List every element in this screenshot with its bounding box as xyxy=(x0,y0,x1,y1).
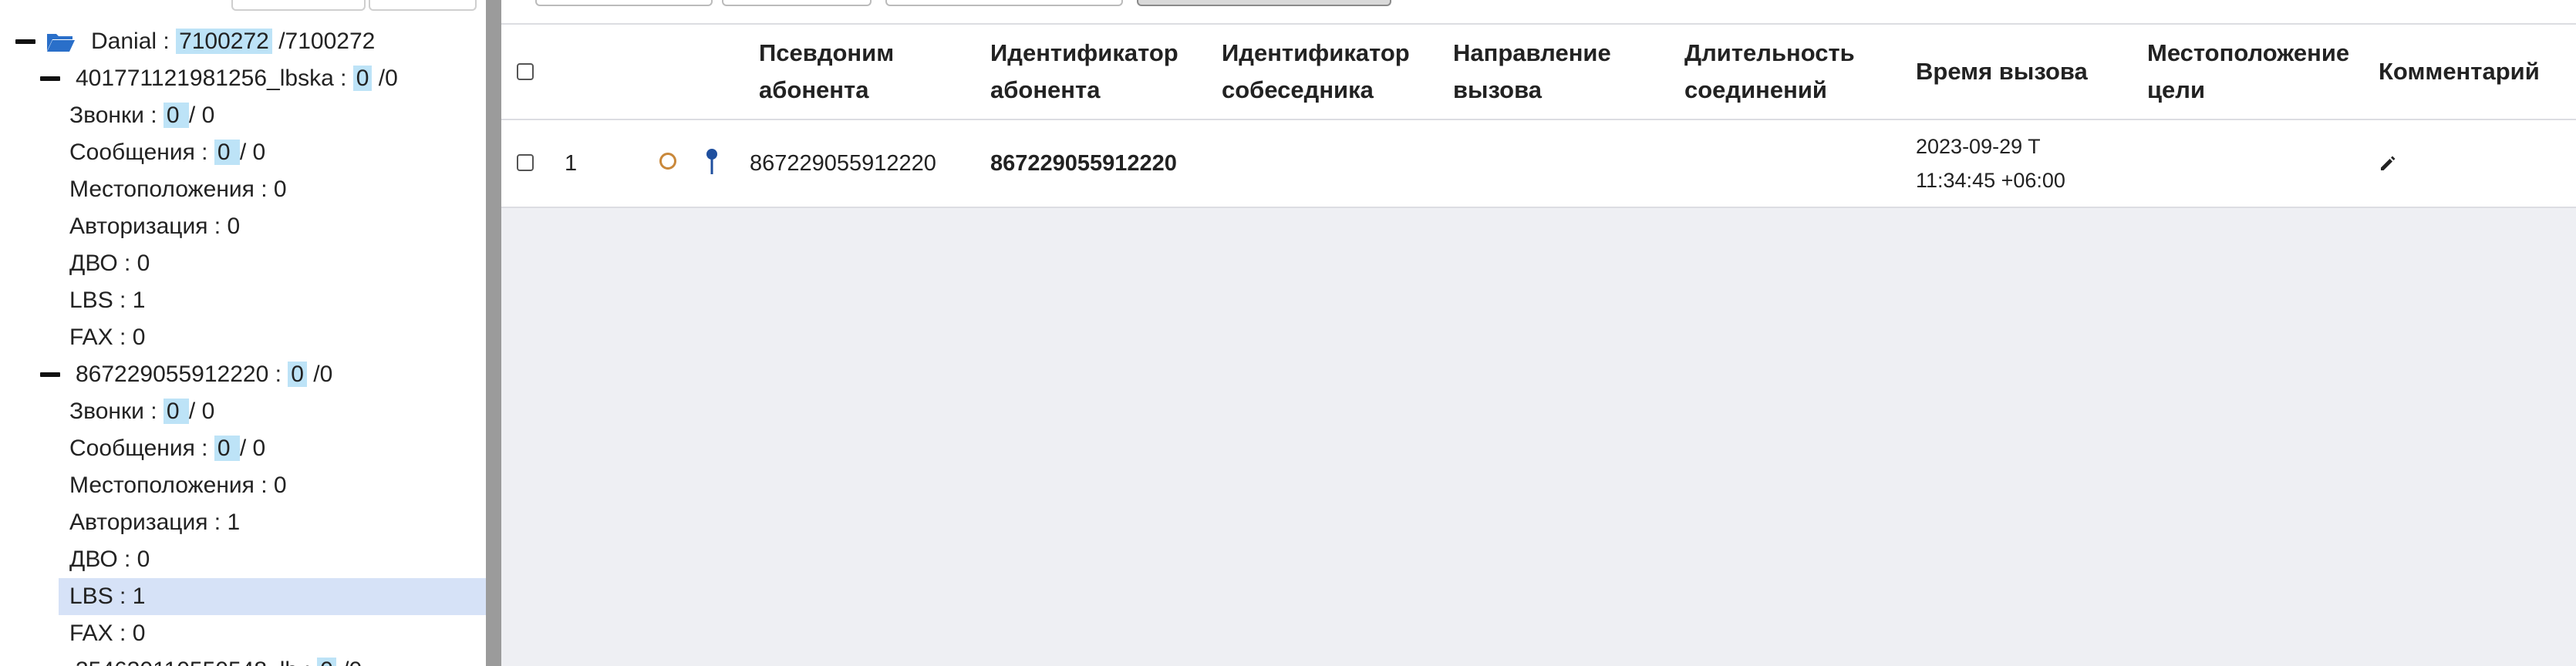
tree-node-fax[interactable]: FAX : 0 xyxy=(0,319,486,356)
tree-node-messages[interactable]: Сообщения : 0 / 0 xyxy=(0,430,486,467)
collapse-icon[interactable] xyxy=(15,39,35,44)
column-header-subscriber-id[interactable]: Идентификатор абонента xyxy=(990,25,1178,119)
tree-node-authorization[interactable]: Авторизация : 1 xyxy=(0,504,486,541)
tree-node-device[interactable]: 401771121981256_lbska : 0 /0 xyxy=(0,60,486,97)
tree-node-dvo[interactable]: ДВО : 0 xyxy=(0,541,486,578)
pencil-icon[interactable] xyxy=(2379,154,2397,173)
column-header-partner-id[interactable]: Идентификатор собеседника xyxy=(1222,25,1410,119)
tree-node-label: Авторизация : 1 xyxy=(69,510,241,535)
tree-node-root[interactable]: Danial : 7100272 /7100272 xyxy=(0,23,486,60)
tree-node-label: Сообщения : 0 / 0 xyxy=(69,140,266,165)
column-header-location[interactable]: Местоположение цели xyxy=(2147,25,2349,119)
tree-node-label: Danial : 7100272 /7100272 xyxy=(91,29,376,54)
tree-node-label: 401771121981256_lbska : 0 /0 xyxy=(76,66,398,91)
tree-node-label: LBS : 1 xyxy=(69,288,146,313)
toolbar-button-active[interactable] xyxy=(1137,0,1391,6)
tree-node-calls[interactable]: Звонки : 0 / 0 xyxy=(0,393,486,430)
tree-node-locations[interactable]: Местоположения : 0 xyxy=(0,171,486,208)
row-index: 1 xyxy=(565,151,578,176)
collapse-icon[interactable] xyxy=(40,76,60,81)
records-grid: Псевдоним абонента Идентификатор абонент… xyxy=(501,0,2576,666)
tree-node-label: Местоположения : 0 xyxy=(69,177,287,202)
tree-node-label: 354630110550548_lb : 0 /0 xyxy=(76,652,362,666)
circle-icon[interactable] xyxy=(659,153,676,170)
tree-node-locations[interactable]: Местоположения : 0 xyxy=(0,467,486,504)
toolbar-button[interactable] xyxy=(885,0,1123,6)
column-header-comment[interactable]: Комментарий xyxy=(2379,25,2540,119)
tree-node-messages[interactable]: Сообщения : 0 / 0 xyxy=(0,134,486,171)
tree-panel: Danial : 7100272 /7100272 40177112198125… xyxy=(0,0,486,666)
tree-node-label: ДВО : 0 xyxy=(69,547,150,572)
tree-node-label: 867229055912220 : 0 /0 xyxy=(76,362,333,387)
map-pin-icon[interactable] xyxy=(705,148,719,176)
cell-alias: 867229055912220 xyxy=(750,151,936,176)
tree-node-fax[interactable]: FAX : 0 xyxy=(0,615,486,652)
table-row[interactable]: 1 867229055912220 867229055912220 2023-0… xyxy=(501,120,2576,208)
column-header-duration[interactable]: Длительность соединений xyxy=(1684,25,1855,119)
tree-node-label: Звонки : 0 / 0 xyxy=(69,399,215,424)
tree-node-lbs-selected[interactable]: LBS : 1 xyxy=(59,578,486,615)
tree-node-device[interactable]: 354630110550548_lb : 0 /0 xyxy=(0,652,486,666)
column-header-alias[interactable]: Псевдоним абонента xyxy=(759,25,894,119)
tree-node-label: FAX : 0 xyxy=(69,621,146,646)
tree-node-label: LBS : 1 xyxy=(69,584,146,609)
toolbar-button[interactable] xyxy=(535,0,713,6)
select-all-checkbox[interactable] xyxy=(517,63,534,80)
tree-node-label: Местоположения : 0 xyxy=(69,473,287,498)
tree-node-authorization[interactable]: Авторизация : 0 xyxy=(0,208,486,245)
grid-toolbar xyxy=(501,0,2576,25)
tree-node-calls[interactable]: Звонки : 0 / 0 xyxy=(0,97,486,134)
cell-subscriber-id: 867229055912220 xyxy=(990,151,1177,176)
tree-node-label: Звонки : 0 / 0 xyxy=(69,103,215,128)
toolbar-button[interactable] xyxy=(722,0,872,6)
column-header-direction[interactable]: Направление вызова xyxy=(1453,25,1611,119)
tree-node-label: FAX : 0 xyxy=(69,325,146,350)
tree-node-label: ДВО : 0 xyxy=(69,251,150,276)
cell-call-time: 2023-09-29 T 11:34:45 +06:00 xyxy=(1916,135,2065,192)
folder-open-icon xyxy=(47,34,75,52)
tree-toolbar-button[interactable] xyxy=(231,0,366,11)
tree-node-device[interactable]: 867229055912220 : 0 /0 xyxy=(0,356,486,393)
panel-splitter[interactable] xyxy=(486,0,501,666)
collapse-icon[interactable] xyxy=(40,372,60,377)
tree-node-label: Сообщения : 0 / 0 xyxy=(69,436,266,461)
tree-node-lbs[interactable]: LBS : 1 xyxy=(0,282,486,319)
table-header: Псевдоним абонента Идентификатор абонент… xyxy=(501,25,2576,120)
column-header-call-time[interactable]: Время вызова xyxy=(1916,25,2088,119)
tree-node-dvo[interactable]: ДВО : 0 xyxy=(0,245,486,282)
tree-toolbar-button[interactable] xyxy=(369,0,477,11)
row-checkbox[interactable] xyxy=(517,154,534,171)
tree-node-label: Авторизация : 0 xyxy=(69,214,241,239)
